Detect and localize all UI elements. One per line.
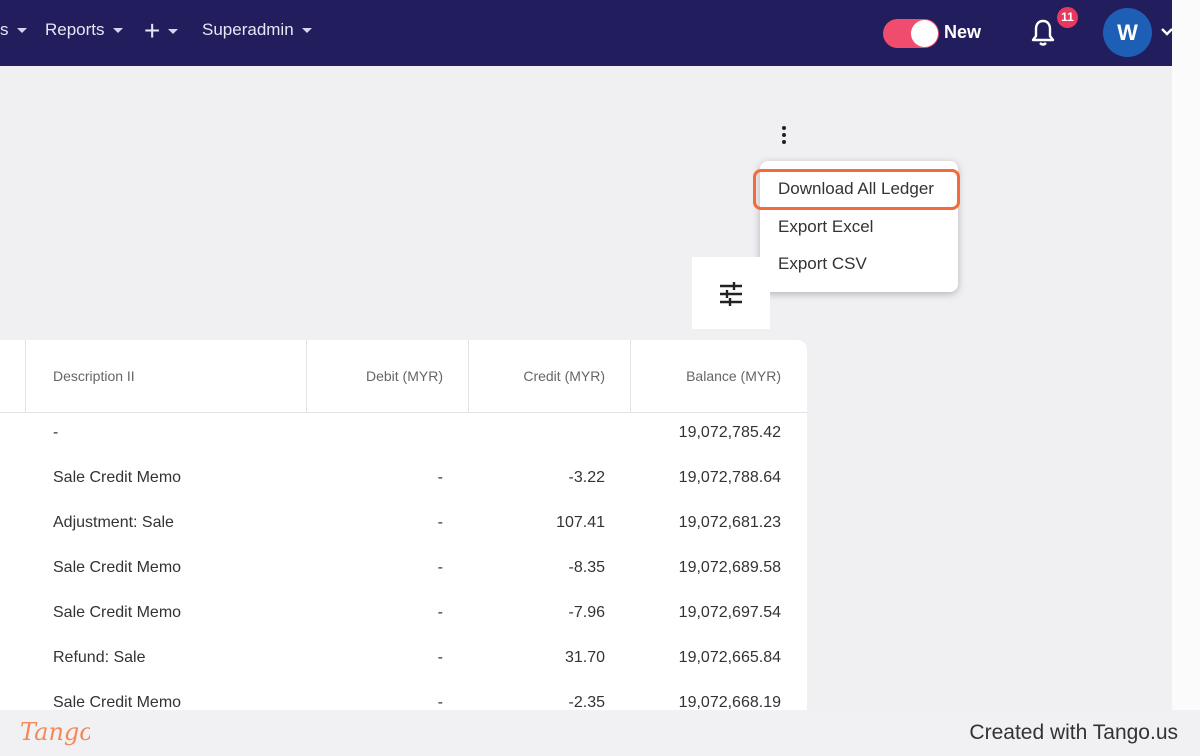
cell-credit: -8.35 — [568, 559, 605, 576]
top-navigation: s Reports + Superadmin New 11 W — [0, 0, 1200, 66]
header-description-ii[interactable]: Description II — [53, 340, 135, 412]
chevron-down-icon — [168, 29, 179, 34]
cell-balance: 19,072,697.54 — [678, 604, 781, 621]
cell-description: Sale Credit Memo — [53, 469, 182, 486]
cell-debit: - — [437, 694, 443, 710]
column-divider — [25, 340, 26, 412]
cell-description: Adjustment: Sale — [53, 514, 174, 531]
cell-credit: -2.35 — [568, 694, 605, 710]
cell-balance: 19,072,668.19 — [678, 694, 781, 710]
header-divider — [0, 412, 807, 413]
nav-menu-create[interactable]: + — [144, 15, 179, 46]
menu-item-export-csv[interactable]: Export CSV — [778, 254, 867, 274]
cell-debit: - — [437, 559, 443, 576]
toggle-label: New — [944, 22, 982, 42]
header-debit[interactable]: Debit (MYR) — [307, 340, 443, 412]
cell-balance: 19,072,785.42 — [678, 424, 781, 441]
cell-description: - — [53, 424, 59, 441]
toggle-knob — [911, 20, 938, 47]
tango-logo: Tango — [20, 718, 90, 746]
ledger-table: Description II Debit (MYR) Credit (MYR) … — [0, 340, 807, 710]
chevron-down-icon — [16, 28, 27, 33]
cell-credit: 107.41 — [556, 514, 605, 531]
menu-item-export-excel[interactable]: Export Excel — [778, 217, 873, 237]
chevron-down-icon — [301, 28, 312, 33]
tango-footer: Tango Created with Tango.us — [0, 710, 1200, 756]
cell-balance: 19,072,681.23 — [678, 514, 781, 531]
scrollbar-track[interactable] — [1172, 0, 1200, 710]
cell-credit: -3.22 — [568, 469, 605, 486]
cell-debit: - — [437, 649, 443, 666]
bell-icon[interactable] — [1030, 17, 1056, 47]
cell-description: Sale Credit Memo — [53, 694, 182, 710]
svg-text:Tango: Tango — [20, 718, 90, 746]
cell-balance: 19,072,665.84 — [678, 649, 781, 666]
app-frame: s Reports + Superadmin New 11 W Download… — [0, 0, 1200, 710]
cell-credit: 31.70 — [564, 649, 605, 666]
header-credit[interactable]: Credit (MYR) — [469, 340, 605, 412]
created-with-text: Created with Tango.us — [969, 721, 1178, 744]
cell-description: Sale Credit Memo — [53, 559, 182, 576]
cell-debit: - — [437, 604, 443, 621]
cell-debit: - — [437, 469, 443, 486]
nav-menu-reports[interactable]: Reports — [45, 20, 123, 40]
cell-balance: 19,072,689.58 — [678, 559, 781, 576]
nav-menu-reports-label: Reports — [45, 20, 105, 39]
more-options-icon[interactable] — [778, 124, 790, 148]
nav-menu-superadmin[interactable]: Superadmin — [202, 20, 312, 40]
click-highlight — [753, 169, 960, 210]
cell-description: Sale Credit Memo — [53, 604, 182, 621]
filter-button[interactable] — [692, 257, 770, 329]
sliders-icon — [720, 282, 742, 306]
nav-menu-partial-label: s — [0, 20, 9, 39]
nav-menu-partial[interactable]: s — [0, 20, 27, 40]
header-balance[interactable]: Balance (MYR) — [631, 340, 781, 412]
chevron-down-icon — [112, 28, 123, 33]
cell-description: Refund: Sale — [53, 649, 146, 666]
cell-balance: 19,072,788.64 — [678, 469, 781, 486]
cell-debit: - — [437, 514, 443, 531]
plus-icon: + — [144, 15, 161, 46]
nav-menu-superadmin-label: Superadmin — [202, 20, 294, 39]
new-ui-toggle[interactable] — [883, 19, 939, 48]
notification-badge: 11 — [1057, 7, 1078, 28]
avatar[interactable]: W — [1103, 8, 1152, 57]
cell-credit: -7.96 — [568, 604, 605, 621]
